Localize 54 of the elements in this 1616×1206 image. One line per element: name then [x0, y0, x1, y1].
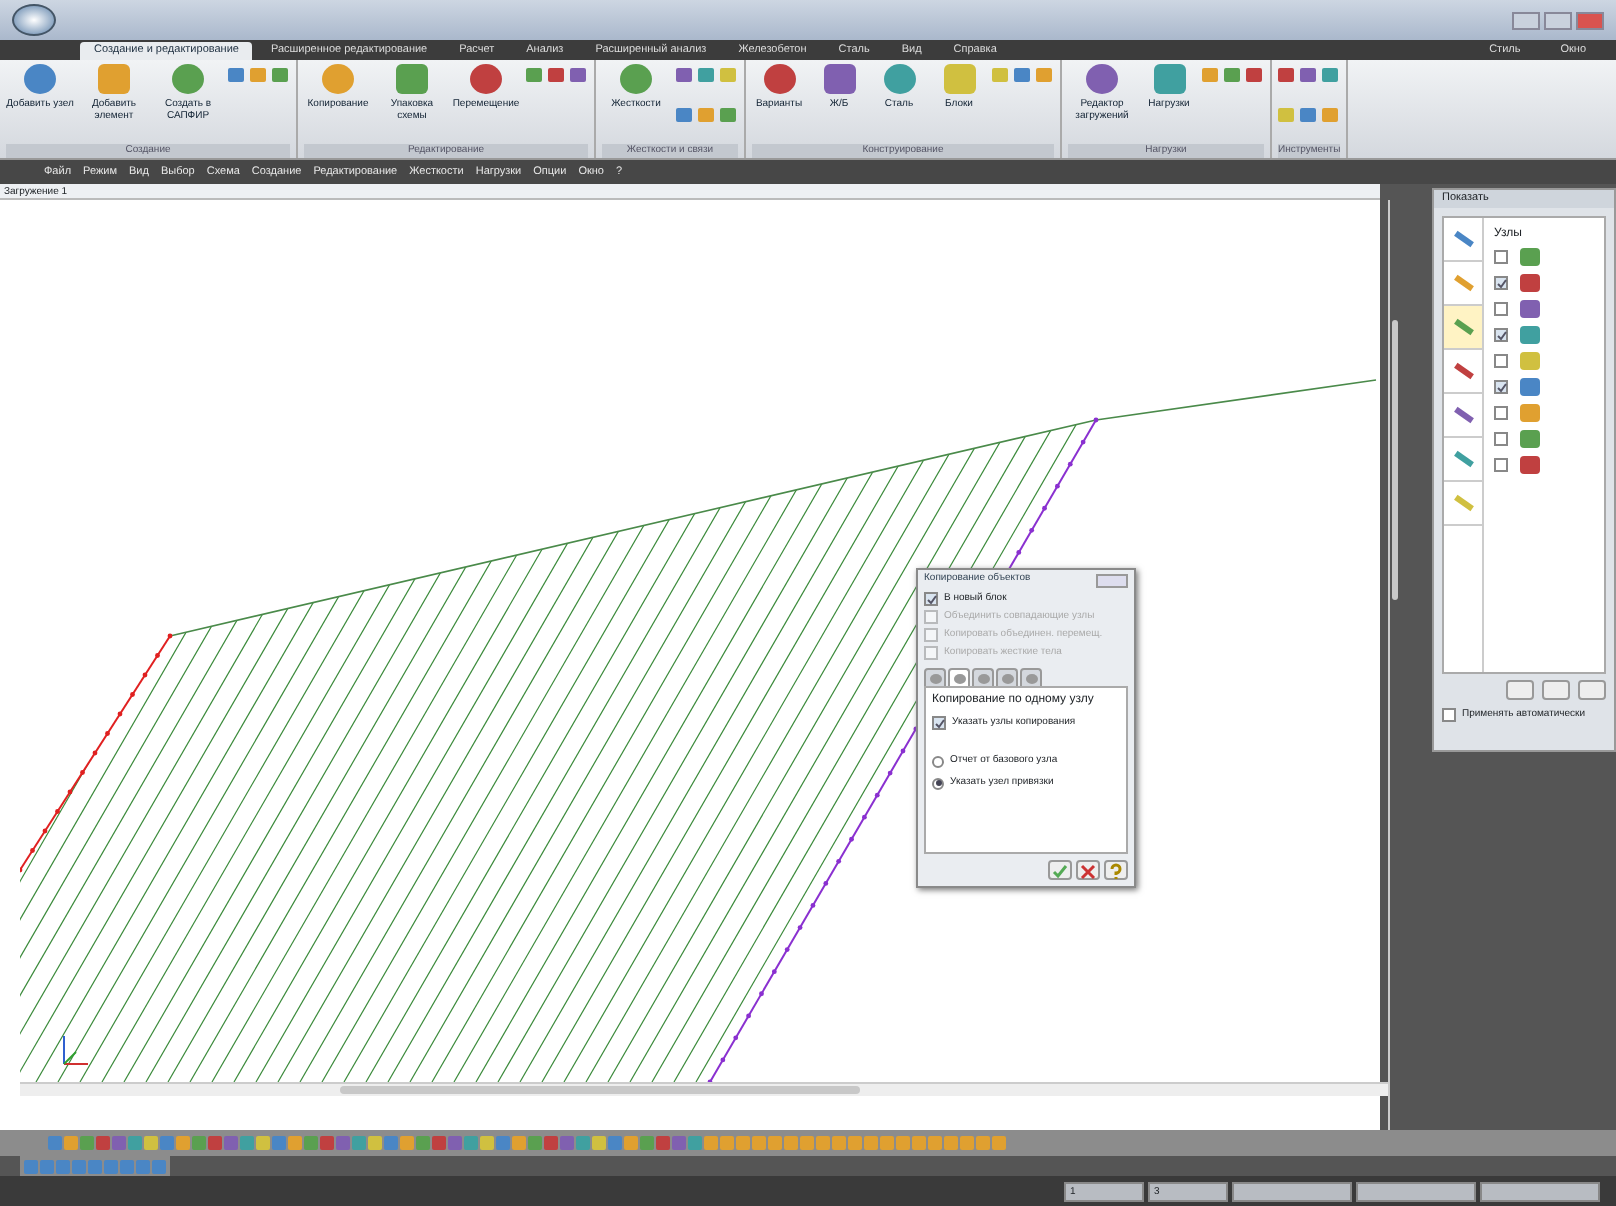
ribbon-icon: [883, 64, 915, 94]
checkbox[interactable]: [1494, 328, 1508, 342]
checkbox[interactable]: [1442, 708, 1456, 722]
checkbox[interactable]: [924, 592, 938, 606]
ribbon-icon: [98, 64, 130, 94]
checkbox[interactable]: [1494, 302, 1508, 316]
ribbon-icon: [172, 64, 204, 94]
checkbox[interactable]: [1494, 250, 1508, 264]
checkbox[interactable]: [1494, 354, 1508, 368]
mode-tab[interactable]: [996, 668, 1018, 686]
mode-tab[interactable]: [972, 668, 994, 686]
status-panel: [1232, 1181, 1352, 1201]
filter-button[interactable]: [1542, 680, 1570, 700]
close-button[interactable]: [1576, 11, 1604, 29]
app-menu-button[interactable]: [12, 4, 56, 36]
checkbox[interactable]: [1494, 276, 1508, 290]
scrollbar-thumb[interactable]: [340, 1086, 860, 1094]
checkbox[interactable]: [1494, 380, 1508, 394]
ribbon-icon: [396, 64, 428, 94]
mode-tab[interactable]: [924, 668, 946, 686]
panel-tool[interactable]: [1444, 306, 1482, 350]
minimize-button[interactable]: [1512, 11, 1540, 29]
check-button[interactable]: [1578, 680, 1606, 700]
checkbox[interactable]: [1494, 458, 1508, 472]
ok-button[interactable]: [1048, 860, 1072, 880]
checkbox[interactable]: [1494, 432, 1508, 446]
mode-tab[interactable]: [948, 668, 970, 686]
check-icon: [1050, 862, 1070, 882]
ribbon-icon: [1153, 64, 1185, 94]
radio-button[interactable]: [932, 755, 944, 767]
checkbox[interactable]: [932, 716, 946, 730]
scrollbar-thumb[interactable]: [1392, 320, 1398, 600]
status-panel: [1480, 1181, 1600, 1201]
horizontal-scrollbar[interactable]: [20, 1082, 1388, 1096]
cross-icon: [1078, 862, 1098, 882]
maximize-button[interactable]: [1544, 11, 1572, 29]
mode-tab[interactable]: [1020, 668, 1042, 686]
help-button[interactable]: [1104, 860, 1128, 880]
help-icon: [1106, 862, 1126, 882]
ribbon-icon: [763, 64, 795, 94]
ribbon-icon: [620, 64, 652, 94]
ribbon-icon: [943, 64, 975, 94]
radio-button[interactable]: [932, 777, 944, 789]
apply-button[interactable]: [1506, 680, 1534, 700]
axes-icon: [63, 1035, 89, 1065]
cancel-button[interactable]: [1076, 860, 1100, 880]
ribbon-icon: [470, 64, 502, 94]
checkbox[interactable]: [1494, 406, 1508, 420]
ribbon-icon: [24, 64, 56, 94]
ribbon-icon: [1086, 64, 1118, 94]
ribbon-icon: [823, 64, 855, 94]
close-button[interactable]: [1096, 573, 1128, 587]
ribbon-icon: [322, 64, 354, 94]
status-panel: [1356, 1181, 1476, 1201]
